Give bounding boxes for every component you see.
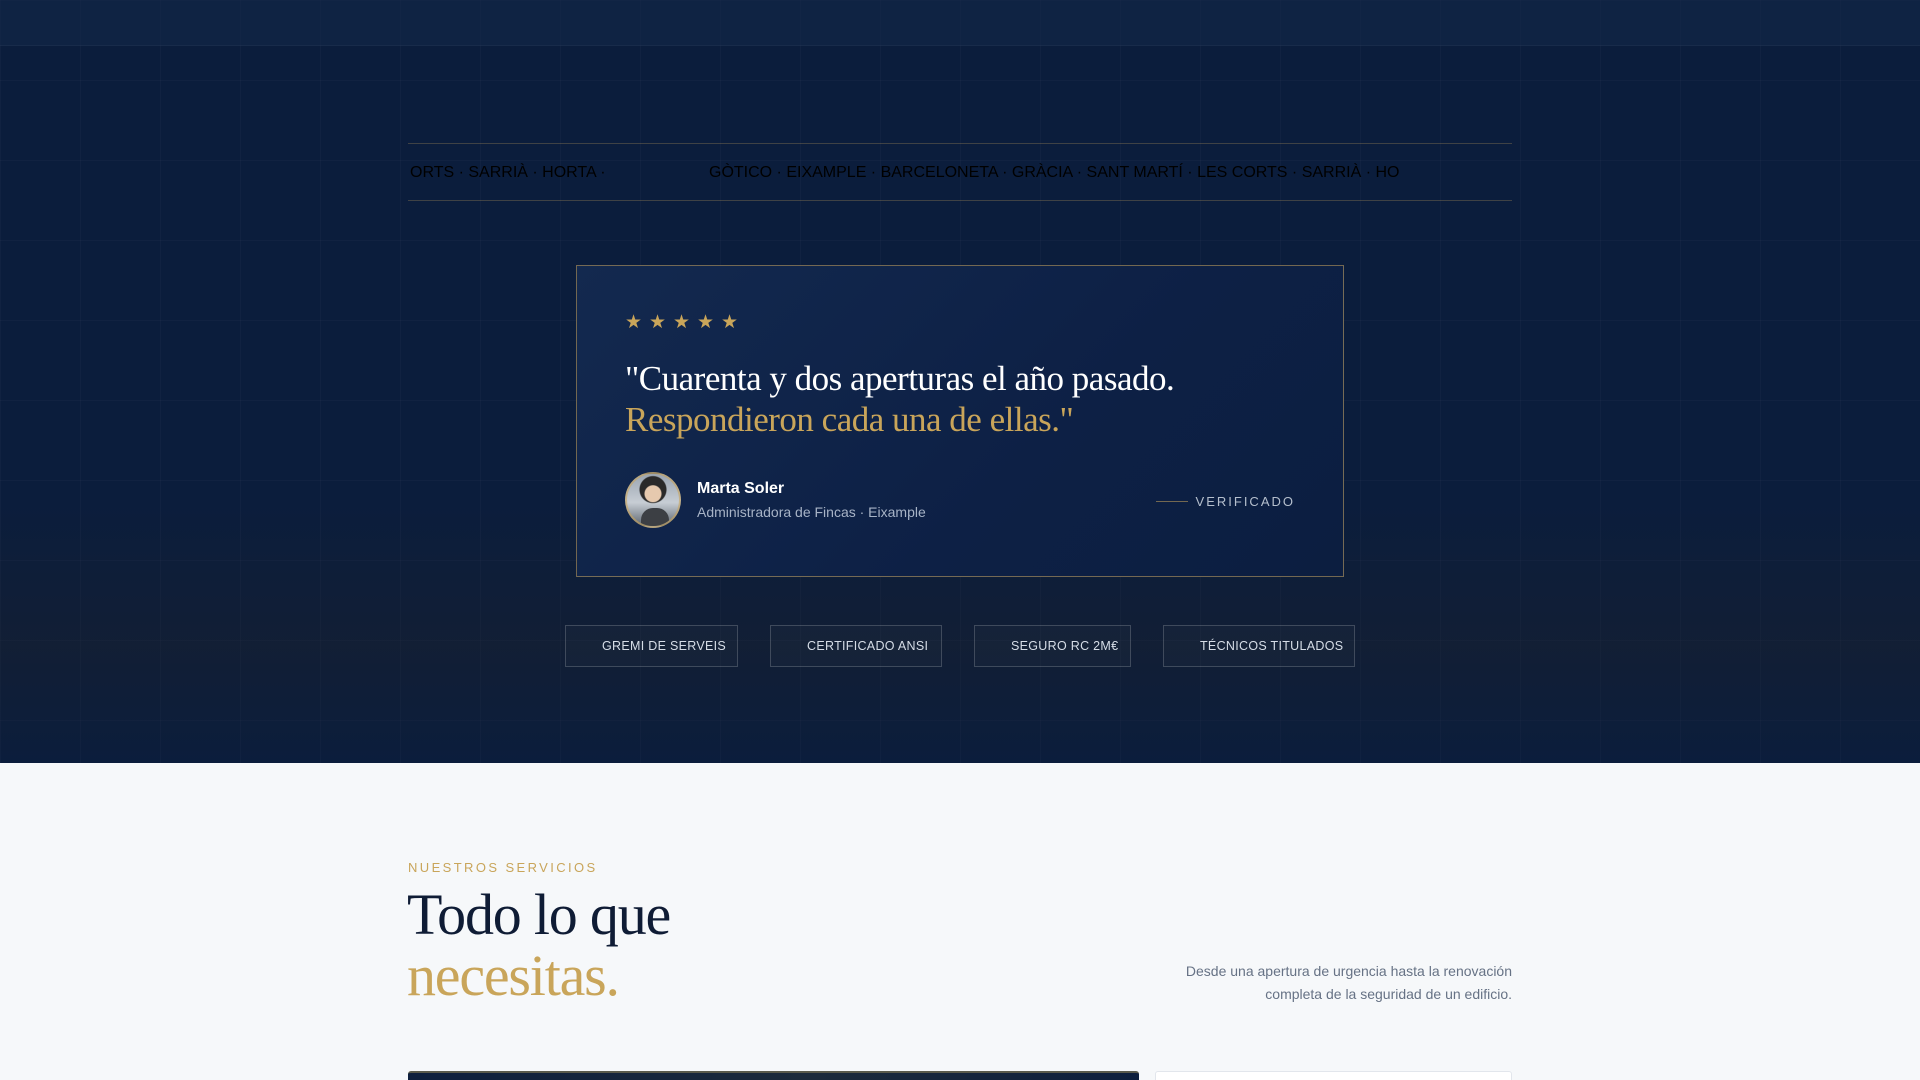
- badge-ansi: CERTIFICADO ANSI: [770, 625, 942, 667]
- star-icon: ★: [649, 312, 667, 333]
- top-band: [0, 0, 1920, 46]
- service-card[interactable]: [1155, 1071, 1512, 1080]
- marquee-segment: GÒTICO · EIXAMPLE · BARCELONETA · GRÀCIA…: [709, 164, 1400, 181]
- verified-badge: VERIFICADO: [1155, 494, 1295, 509]
- services-description: Desde una apertura de urgencia hasta la …: [1185, 963, 1512, 1002]
- badge-tecnicos: TÉCNICOS TITULADOS: [1163, 625, 1355, 667]
- services-eyebrow: NUESTROS SERVICIOS: [408, 860, 598, 875]
- divider: [1155, 501, 1188, 502]
- services-title: Todo lo que necesitas.: [407, 884, 1007, 1006]
- neighborhood-marquee: ORTS · SARRIÀ · HORTA · GÒTICO · EIXAMPL…: [408, 143, 1512, 201]
- marquee-segment: ORTS · SARRIÀ · HORTA ·: [410, 164, 606, 181]
- testimonial-quote: "Cuarenta y dos aperturas el año pasado.…: [625, 358, 1305, 440]
- badge-label: CERTIFICADO ANSI: [807, 639, 929, 653]
- trust-badges: GREMI DE SERVEIS CERTIFICADO ANSI SEGURO…: [565, 625, 1355, 667]
- badge-label: SEGURO RC 2M€: [1011, 639, 1119, 653]
- service-card-featured[interactable]: [408, 1071, 1139, 1080]
- testimonial-card: ★ ★ ★ ★ ★ "Cuarenta y dos aperturas el a…: [576, 265, 1344, 577]
- star-icon: ★: [721, 312, 739, 333]
- testimonial-author: Marta Soler Administradora de Fincas · E…: [625, 472, 926, 528]
- star-icon: ★: [697, 312, 715, 333]
- hero-section: ORTS · SARRIÀ · HORTA · GÒTICO · EIXAMPL…: [0, 0, 1920, 763]
- services-title-line-1: Todo lo que: [407, 882, 671, 947]
- services-title-line-2: necesitas.: [407, 943, 620, 1008]
- verified-label: VERIFICADO: [1195, 494, 1295, 509]
- quote-line-2: Respondieron cada una de ellas.": [625, 400, 1074, 439]
- star-icon: ★: [673, 312, 691, 333]
- quote-line-1: "Cuarenta y dos aperturas el año pasado.: [625, 359, 1175, 398]
- star-icon: ★: [625, 312, 643, 333]
- rating-stars: ★ ★ ★ ★ ★: [625, 312, 739, 333]
- badge-seguro: SEGURO RC 2M€: [974, 625, 1131, 667]
- badge-label: TÉCNICOS TITULADOS: [1200, 639, 1344, 653]
- avatar: [625, 472, 681, 528]
- author-role: Administradora de Fincas · Eixample: [697, 503, 926, 520]
- badge-label: GREMI DE SERVEIS: [602, 639, 727, 653]
- author-name: Marta Soler: [697, 479, 785, 497]
- badge-gremi: GREMI DE SERVEIS: [565, 625, 738, 667]
